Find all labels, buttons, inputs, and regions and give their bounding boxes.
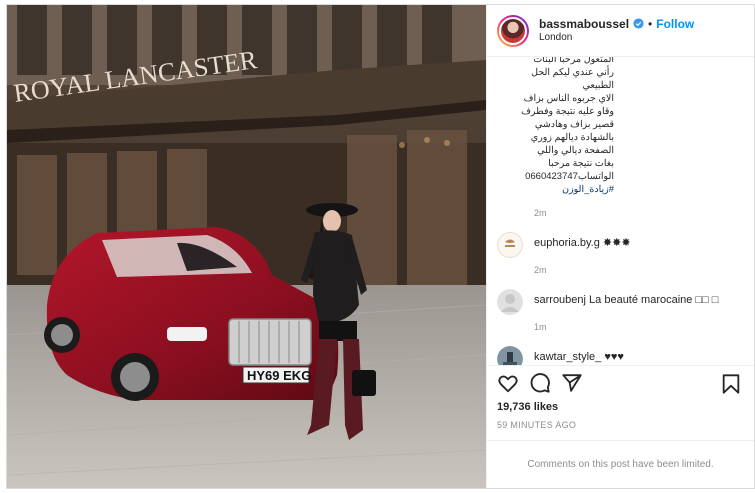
comment-body: euphoria.by.g ✸✸✸ 2m [534, 232, 631, 275]
avatar-image [499, 16, 527, 45]
post-photo[interactable]: ROYAL LANCASTER HY69 EKG [7, 5, 486, 488]
post-header: bassmaboussel • Follow London [487, 5, 754, 57]
comment-text: ✸✸✸ [602, 237, 631, 249]
comment-time: 1m [534, 322, 547, 332]
comment-line: kawtar_style_ ♥♥♥ [534, 350, 624, 364]
verified-badge-icon [633, 18, 644, 29]
post-timestamp[interactable]: 59 MINUTES AGO [487, 420, 754, 430]
comment-username[interactable]: sarroubenj [534, 294, 586, 306]
action-bar [487, 365, 754, 400]
comment-icon[interactable] [529, 372, 551, 394]
heart-icon[interactable] [497, 372, 519, 394]
comment-item: kawtar_style_ ♥♥♥ 49s [497, 346, 744, 365]
comment-username[interactable]: euphoria.by.g [534, 237, 600, 249]
comment-line: euphoria.by.g ✸✸✸ [534, 236, 631, 250]
commenter-avatar[interactable] [497, 346, 523, 365]
caption-time: 2m [534, 208, 547, 218]
share-icon[interactable] [561, 372, 583, 394]
caption-line: الواتساب0660423747 [525, 171, 614, 182]
comment-time: 2m [534, 265, 547, 275]
comment-text: La beauté marocaine □□ □ [589, 294, 719, 306]
caption-line: الصفحة ديالي واللي بغات نتيجة مرحبا [537, 145, 614, 169]
bookmark-icon[interactable] [720, 373, 742, 395]
author-info: bassmaboussel • Follow London [539, 17, 694, 45]
caption-line: قصير بزاف وهادشي بالشهادة ديالهم زوري [530, 119, 614, 143]
post-photo-illustration: ROYAL LANCASTER HY69 EKG [7, 5, 486, 488]
separator-dot: • [648, 16, 653, 31]
post-location[interactable]: London [539, 31, 694, 45]
caption-line: المتعول مرحبا البنات رأني عندي ليكم الحل… [531, 57, 614, 91]
caption-line: الاي جربوه الناس بزاف وقاو عليه نتيجة وف… [521, 93, 614, 117]
comment-text: ♥♥♥ [604, 351, 624, 363]
comment-body: sarroubenj La beauté marocaine □□ □ 1m [534, 289, 718, 332]
caption-hashtag[interactable]: #زيادة_الوزن [516, 183, 614, 196]
comment-item: sarroubenj La beauté marocaine □□ □ 1m [497, 289, 744, 332]
license-plate: HY69 EKG [247, 368, 311, 383]
author-avatar[interactable] [497, 14, 529, 47]
comment-body: kawtar_style_ ♥♥♥ 49s [534, 346, 624, 365]
commenter-avatar[interactable] [497, 289, 523, 315]
commenter-avatar[interactable] [497, 232, 523, 258]
comment-username[interactable]: kawtar_style_ [534, 351, 601, 363]
author-username[interactable]: bassmaboussel [539, 17, 629, 31]
comment-line: sarroubenj La beauté marocaine □□ □ [534, 293, 718, 307]
author-row: bassmaboussel • Follow [539, 17, 694, 31]
instagram-post: ROYAL LANCASTER HY69 EKG bassmaboussel •… [6, 4, 755, 489]
follow-button[interactable]: Follow [656, 17, 694, 31]
comment-item: euphoria.by.g ✸✸✸ 2m [497, 232, 744, 275]
post-caption: المتعول مرحبا البنات رأني عندي ليكم الحل… [497, 57, 744, 218]
comments-limited-notice: Comments on this post have been limited. [487, 440, 754, 488]
post-sidebar: bassmaboussel • Follow London المتعول مر… [486, 5, 754, 488]
likes-count[interactable]: 19,736 likes [487, 401, 754, 413]
comments-list[interactable]: المتعول مرحبا البنات رأني عندي ليكم الحل… [487, 57, 754, 365]
